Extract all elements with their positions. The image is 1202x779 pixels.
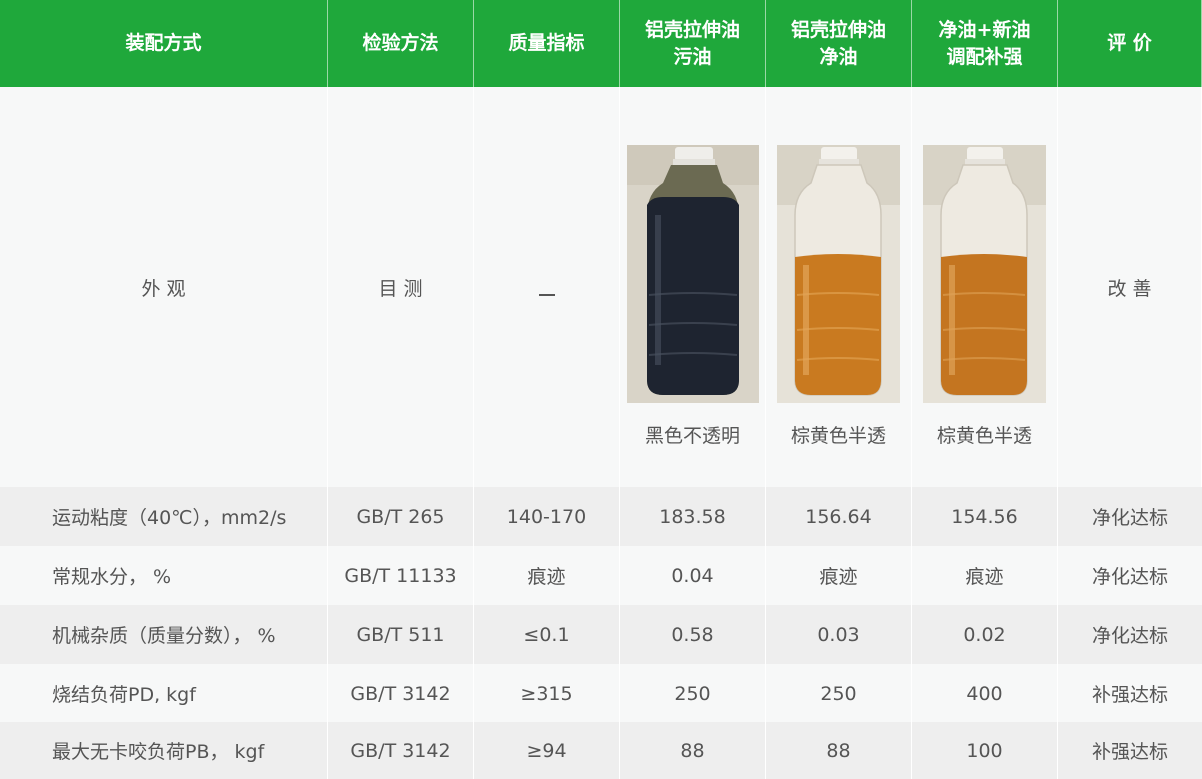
header-clean-oil: 铝壳拉伸油 净油 bbox=[766, 0, 912, 87]
blended-oil-caption: 棕黄色半透 bbox=[936, 425, 1032, 447]
table-row: 运动粘度（40℃），mm2/s GB/T 265 140-170 183.58 … bbox=[0, 487, 1202, 546]
appearance-method: 目 测 bbox=[328, 87, 474, 487]
row-evaluation: 补强达标 bbox=[1091, 741, 1168, 763]
header-blended-oil: 净油+新油 调配补强 bbox=[912, 0, 1058, 87]
appearance-evaluation: 改 善 bbox=[1058, 87, 1202, 487]
table-row: 最大无卡咬负荷PB， kgf GB/T 3142 ≥94 88 88 100 补… bbox=[0, 722, 1202, 779]
row-dirty-value: 0.04 bbox=[620, 546, 766, 605]
header-test-method: 检验方法 bbox=[328, 0, 474, 87]
row-spec: ≥315 bbox=[474, 664, 620, 723]
row-dirty-value: 0.58 bbox=[620, 605, 766, 664]
appearance-label: 外 观 bbox=[0, 87, 328, 487]
row-dirty-value: 88 bbox=[620, 722, 766, 779]
row-method: GB/T 11133 bbox=[328, 546, 474, 605]
row-item: 最大无卡咬负荷PB， kgf bbox=[0, 722, 328, 779]
row-method: GB/T 3142 bbox=[328, 722, 474, 779]
row-item: 运动粘度（40℃），mm2/s bbox=[0, 487, 328, 546]
appearance-spec bbox=[474, 87, 620, 487]
row-clean-value: 156.64 bbox=[766, 487, 912, 546]
blended-oil-sample: 棕黄色半透 bbox=[912, 87, 1058, 487]
row-dirty-value: 250 bbox=[620, 664, 766, 723]
row-item: 机械杂质（质量分数）， % bbox=[0, 605, 328, 664]
row-evaluation: 净化达标 bbox=[1091, 566, 1168, 588]
dirty-oil-bottle-photo bbox=[626, 145, 759, 403]
row-method: GB/T 3142 bbox=[328, 664, 474, 723]
header-assembly-method: 装配方式 bbox=[0, 0, 328, 87]
row-spec: ≥94 bbox=[474, 722, 620, 779]
row-dirty-value: 183.58 bbox=[620, 487, 766, 546]
oil-comparison-table: 装配方式 检验方法 质量指标 铝壳拉伸油 污油 铝壳拉伸油 净油 净油+新油 调… bbox=[0, 0, 1202, 779]
row-blended-value: 0.02 bbox=[912, 605, 1058, 664]
row-spec: ≤0.1 bbox=[474, 605, 620, 664]
dirty-oil-caption: 黑色不透明 bbox=[644, 425, 740, 447]
appearance-row: 外 观 目 测 黑色不透明 棕黄色半透 棕黄色半透 改 善 bbox=[0, 87, 1202, 487]
table-header: 装配方式 检验方法 质量指标 铝壳拉伸油 污油 铝壳拉伸油 净油 净油+新油 调… bbox=[0, 0, 1202, 87]
row-evaluation: 净化达标 bbox=[1091, 507, 1168, 529]
row-method: GB/T 511 bbox=[328, 605, 474, 664]
row-spec: 140-170 bbox=[474, 487, 620, 546]
table-row: 机械杂质（质量分数）， % GB/T 511 ≤0.1 0.58 0.03 0.… bbox=[0, 605, 1202, 664]
header-dirty-oil: 铝壳拉伸油 污油 bbox=[620, 0, 766, 87]
clean-oil-sample: 棕黄色半透 bbox=[766, 87, 912, 487]
header-evaluation: 评 价 bbox=[1058, 0, 1202, 87]
bottle-image bbox=[626, 145, 759, 403]
bottle-image bbox=[923, 145, 1046, 403]
dash-mark bbox=[538, 294, 555, 296]
row-item: 常规水分， % bbox=[0, 546, 328, 605]
header-quality-spec: 质量指标 bbox=[474, 0, 620, 87]
bottle-image bbox=[777, 145, 900, 403]
table-row: 烧结负荷PD, kgf GB/T 3142 ≥315 250 250 400 补… bbox=[0, 664, 1202, 723]
clean-oil-bottle-photo bbox=[777, 145, 900, 403]
row-spec: 痕迹 bbox=[474, 546, 620, 605]
table-row: 常规水分， % GB/T 11133 痕迹 0.04 痕迹 痕迹 净化达标 bbox=[0, 546, 1202, 605]
dirty-oil-sample: 黑色不透明 bbox=[620, 87, 766, 487]
row-blended-value: 154.56 bbox=[912, 487, 1058, 546]
row-clean-value: 0.03 bbox=[766, 605, 912, 664]
row-method: GB/T 265 bbox=[328, 487, 474, 546]
row-blended-value: 100 bbox=[912, 722, 1058, 779]
blended-oil-bottle-photo bbox=[923, 145, 1046, 403]
row-evaluation: 净化达标 bbox=[1091, 625, 1168, 647]
row-item: 烧结负荷PD, kgf bbox=[0, 664, 328, 723]
row-evaluation: 补强达标 bbox=[1091, 684, 1168, 706]
row-clean-value: 250 bbox=[766, 664, 912, 723]
row-blended-value: 痕迹 bbox=[912, 546, 1058, 605]
row-clean-value: 88 bbox=[766, 722, 912, 779]
row-clean-value: 痕迹 bbox=[766, 546, 912, 605]
row-blended-value: 400 bbox=[912, 664, 1058, 723]
clean-oil-caption: 棕黄色半透 bbox=[790, 425, 886, 447]
